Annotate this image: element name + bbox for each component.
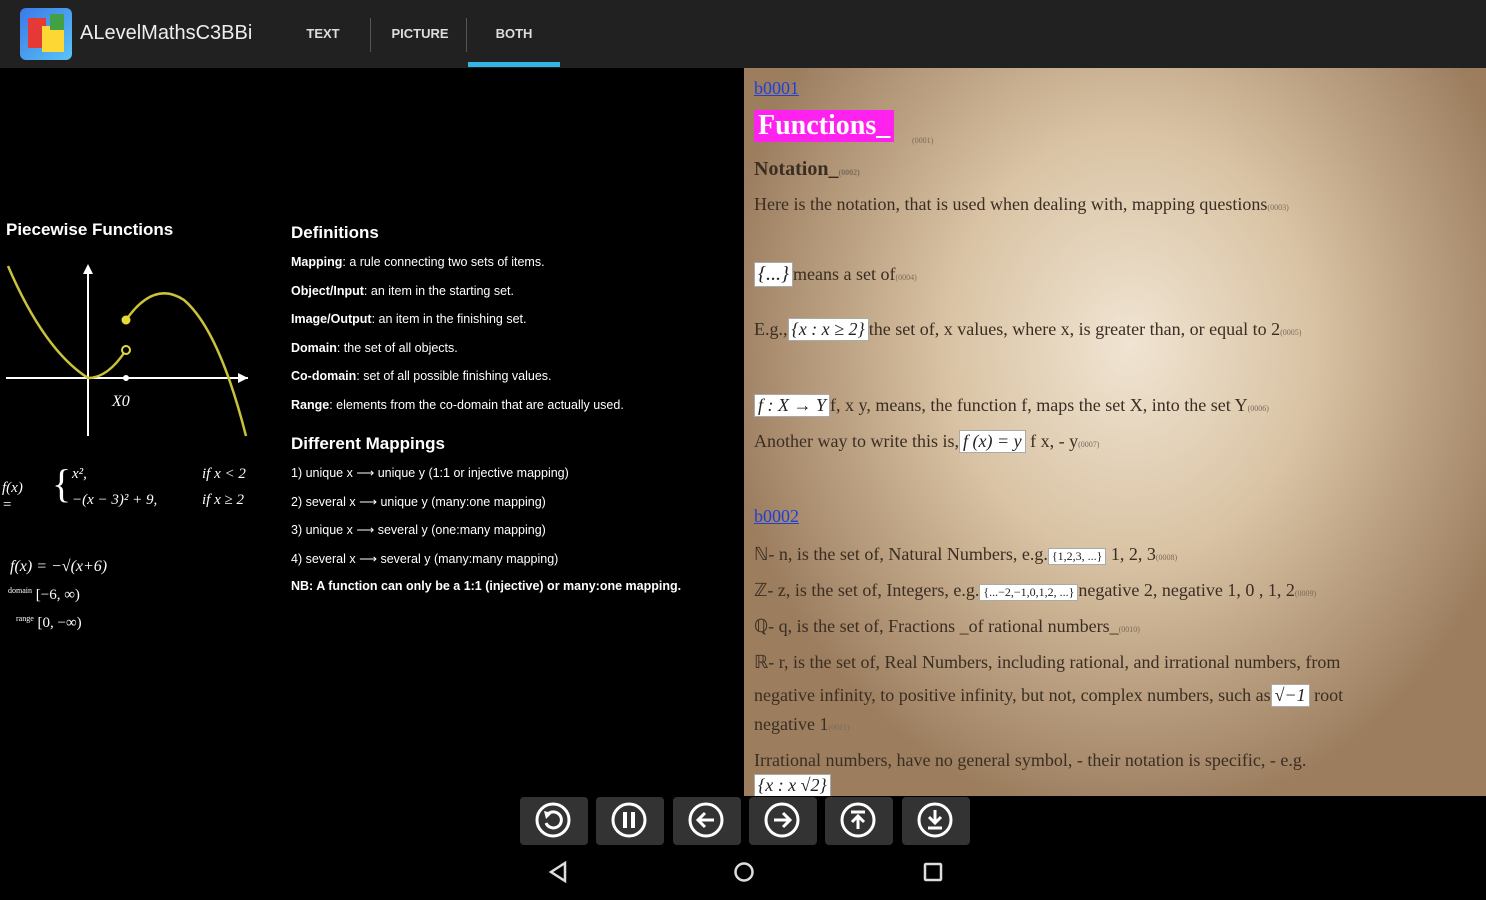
download-icon (917, 802, 953, 838)
rationals-line: ℚ- q, is the set of, Fractions _of ratio… (754, 616, 1140, 636)
refresh-icon (535, 802, 571, 838)
definitions-title: Definitions (291, 223, 379, 242)
previous-button[interactable] (673, 797, 741, 845)
range-line: range [0, −∞) (16, 614, 82, 631)
definition-item: Domain: the set of all objects. (291, 341, 458, 355)
mappings-title: Different Mappings (291, 434, 445, 453)
notation-heading: Notation_(0002) (754, 158, 860, 180)
app-title: ALevelMathsC3BBi (80, 22, 253, 44)
set-notation-line: {...} means a set of(0004) (754, 262, 917, 287)
mapping-item: 1) unique x ⟶ unique y (1:1 or injective… (291, 466, 569, 480)
irrationals-example: {x : x √2} (754, 774, 831, 796)
mapping-item: 2) several x ⟶ unique y (many:one mappin… (291, 495, 546, 509)
domain-line: domain [−6, ∞) (8, 586, 80, 603)
nb-note: NB: A function can only be a 1:1 (inject… (291, 579, 682, 593)
rationals-symbol-icon: ℚ (754, 616, 769, 636)
another-way-line: Another way to write this is, f (x) = y f… (754, 430, 1100, 453)
natural-numbers-symbol-icon: ℕ (754, 544, 769, 564)
back-icon[interactable] (546, 860, 570, 884)
mapping-item: 4) several x ⟶ several y (many:many mapp… (291, 552, 559, 566)
arrow-right-icon (764, 802, 800, 838)
natural-numbers-line: ℕ- n, is the set of, Natural Numbers, e.… (754, 544, 1178, 565)
tab-both[interactable]: BOTH (468, 0, 560, 68)
recents-icon[interactable] (921, 860, 945, 884)
piecewise-title: Piecewise Functions (6, 220, 174, 239)
sqrt-function: f(x) = −√(x+6) (10, 558, 108, 575)
definition-item: Object/Input: an item in the starting se… (291, 284, 514, 298)
picture-panel: Piecewise Functions X0 f(x) = { x², if x… (0, 68, 744, 796)
app-logo-icon[interactable] (20, 8, 72, 60)
definition-item: Image/Output: an item in the finishing s… (291, 312, 527, 326)
piecewise-graph: X0 (6, 264, 248, 437)
tab-text[interactable]: TEXT (290, 0, 356, 68)
example-line: E.g., {x : x ≥ 2} the set of, x values, wh… (754, 318, 1302, 341)
download-button[interactable] (902, 797, 970, 845)
reals-line-3: negative 1(0011) (754, 714, 850, 734)
tab-divider (466, 18, 467, 52)
mapping-notation-line: f : X → Yf, x y, means, the function f, … (754, 394, 1269, 417)
app-bar: ALevelMathsC3BBi TEXT PICTURE BOTH (0, 0, 1486, 68)
refresh-button[interactable] (520, 797, 588, 845)
mapping-item: 3) unique x ⟶ several y (one:many mappin… (291, 523, 546, 537)
definition-item: Co-domain: set of all possible finishing… (291, 369, 552, 383)
reals-symbol-icon: ℝ (754, 652, 769, 672)
integers-line: ℤ- z, is the set of, Integers, e.g. {...−… (754, 580, 1317, 601)
jump-top-button[interactable] (825, 797, 893, 845)
definition-item: Mapping: a rule connecting two sets of i… (291, 255, 545, 269)
tab-selected-indicator (468, 62, 560, 67)
reals-line: ℝ- r, is the set of, Real Numbers, inclu… (754, 652, 1341, 672)
definition-item: Range: elements from the co-domain that … (291, 398, 624, 412)
functions-heading: Functions_ (754, 110, 895, 142)
next-button[interactable] (749, 797, 817, 845)
home-icon[interactable] (732, 860, 756, 884)
graph-x0-label: X0 (111, 393, 130, 410)
link-b0002[interactable]: b0002 (754, 506, 799, 526)
jump-top-icon (840, 802, 876, 838)
link-b0001[interactable]: b0001 (754, 78, 799, 98)
arrow-left-icon (688, 802, 724, 838)
code-label: (0001) (912, 136, 934, 145)
text-panel[interactable]: b0001 Functions_ (0001) Notation_(0002) … (744, 68, 1486, 796)
irrationals-line: Irrational numbers, have no general symb… (754, 750, 1307, 770)
tab-divider (370, 18, 371, 52)
pause-button[interactable] (596, 797, 664, 845)
integers-symbol-icon: ℤ (754, 580, 768, 600)
reals-line-2: negative infinity, to positive infinity,… (754, 684, 1344, 707)
intro-text: Here is the notation, that is used when … (754, 194, 1289, 214)
pause-icon (611, 802, 647, 838)
tab-picture[interactable]: PICTURE (378, 0, 462, 68)
